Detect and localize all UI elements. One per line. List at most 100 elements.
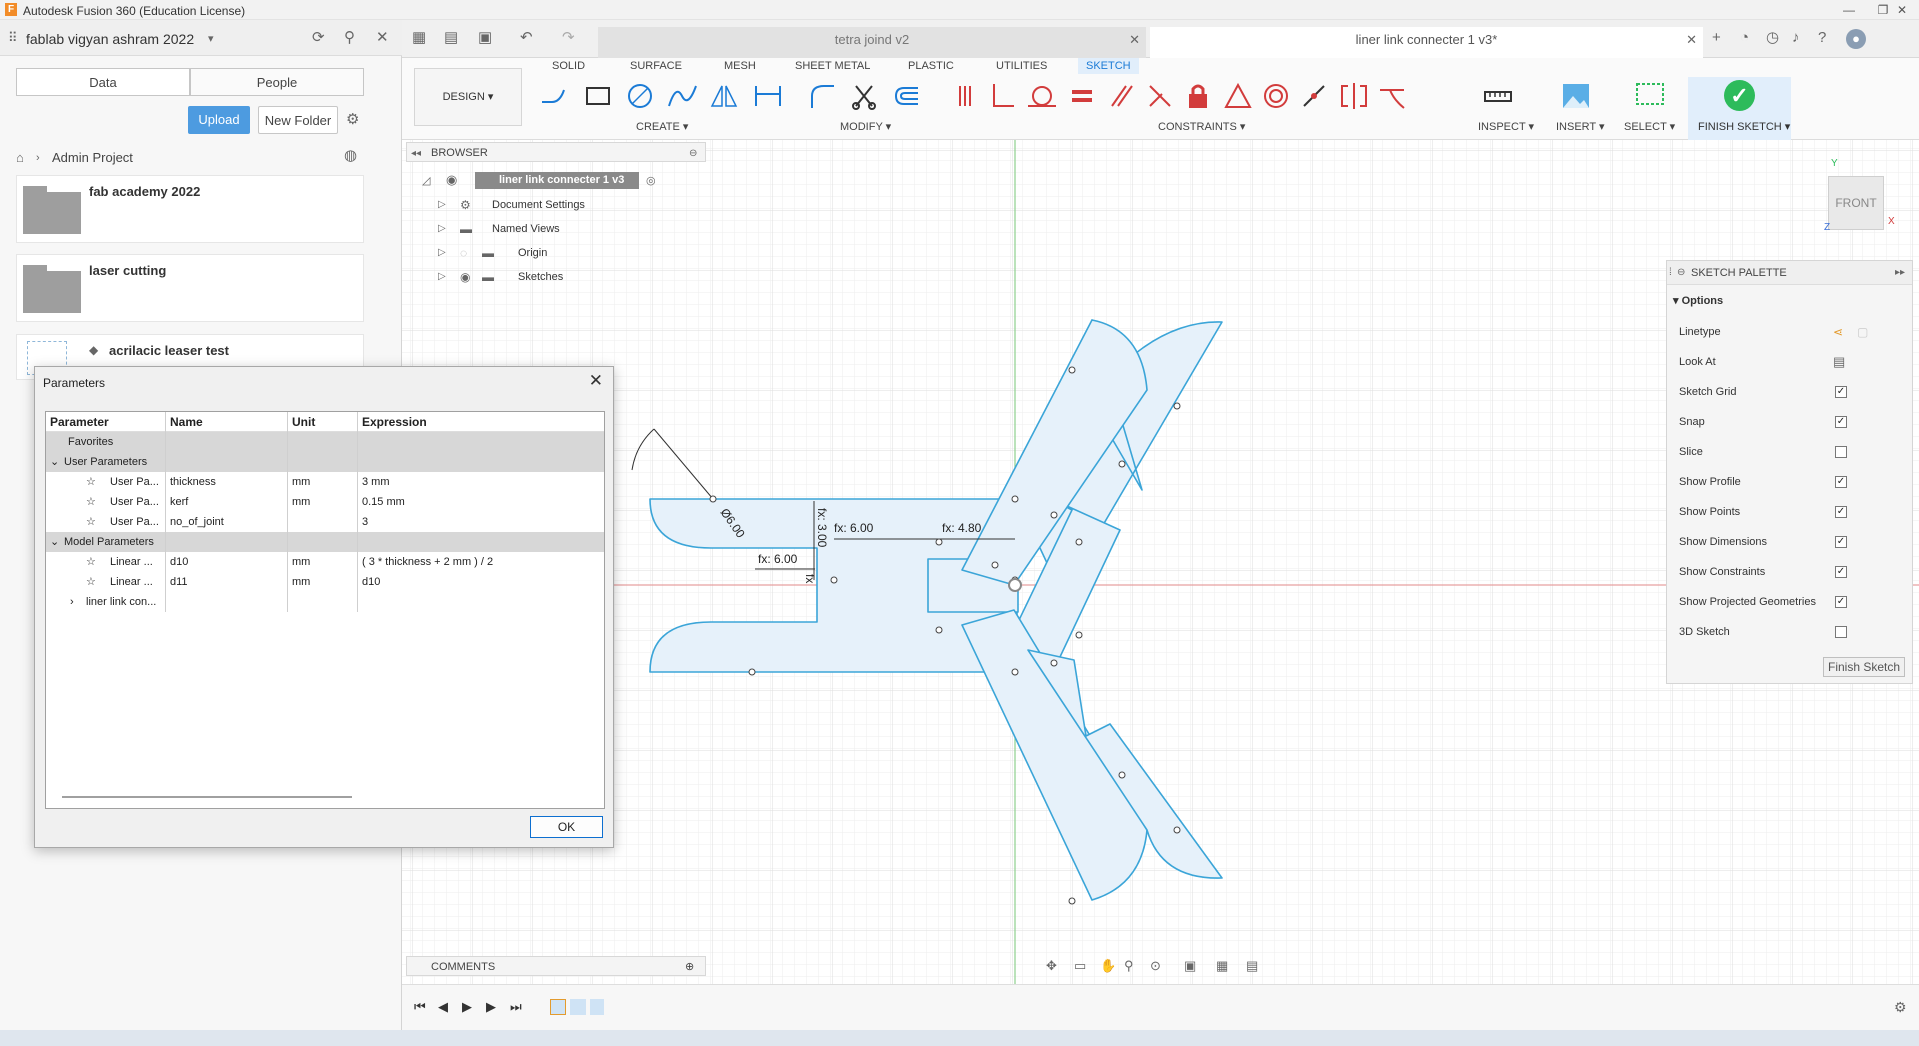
insert-menu[interactable]: INSERT ▾ [1556,120,1605,133]
cell-expression[interactable]: 3 mm [358,472,604,492]
tab-sketch[interactable]: SKETCH [1078,58,1139,74]
cell-unit[interactable]: mm [288,492,358,512]
column-header[interactable]: Expression [358,412,604,432]
breadcrumb[interactable]: Admin Project [52,150,133,165]
close-icon[interactable]: ✕ [589,371,603,391]
home-icon[interactable]: ⌂ [16,150,24,166]
table-row[interactable]: ⌄ User Parameters [46,452,604,472]
sketch-grid-checkbox[interactable]: ✓ [1835,386,1847,398]
step-back-icon[interactable]: ◀ [438,999,448,1015]
look-at-icon[interactable]: ▭ [1074,958,1086,974]
redo-icon[interactable]: ↷ [562,30,575,46]
star-icon[interactable]: ☆ [86,552,96,572]
eye-icon[interactable]: ◉ [460,269,470,285]
hub-name[interactable]: fablab vigyan ashram 2022 [26,31,194,47]
fillet-icon[interactable] [806,80,838,112]
coincident-icon[interactable] [950,80,982,112]
add-comment-icon[interactable]: ⊕ [685,959,694,975]
measure-icon[interactable] [1482,80,1514,112]
palette-finish-sketch-button[interactable]: Finish Sketch [1823,657,1905,677]
display-settings-icon[interactable]: ▣ [1184,958,1196,974]
cell-name[interactable]: d10 [166,552,288,572]
show-points-checkbox[interactable]: ✓ [1835,506,1847,518]
browser-root[interactable]: liner link connecter 1 v3 [475,172,639,189]
column-header[interactable]: Parameter [46,412,166,432]
tangent-icon[interactable] [1026,80,1058,112]
tab-mesh[interactable]: MESH [724,58,756,74]
offset-icon[interactable] [890,80,922,112]
table-row[interactable]: ☆ Linear ... d10 mm ( 3 * thickness + 2 m… [46,552,604,572]
tab-solid[interactable]: SOLID [552,58,585,74]
line-icon[interactable] [538,80,570,112]
notifications-icon[interactable]: ♪ [1792,30,1800,46]
column-header[interactable]: Unit [288,412,358,432]
constraints-menu[interactable]: CONSTRAINTS ▾ [1158,120,1245,133]
expand-icon[interactable]: ▷ [438,269,446,285]
select-window-icon[interactable] [1634,80,1666,112]
browser-panel[interactable]: ◂◂ BROWSER ⊖ [406,142,706,162]
cell-expression[interactable]: d10 [358,572,604,592]
tab-sheet-metal[interactable]: SHEET METAL [795,58,870,74]
cell-unit[interactable]: mm [288,552,358,572]
dimension-icon[interactable] [752,80,784,112]
tab-data[interactable]: Data [16,68,190,96]
look-at-icon[interactable]: ▤ [1833,354,1845,370]
grid-menu-icon[interactable]: ▦ [412,30,426,46]
grid-settings-icon[interactable]: ▦ [1216,958,1228,974]
extensions-icon[interactable]: ◔ [1740,30,1749,46]
slice-checkbox[interactable] [1835,446,1847,458]
trim-icon[interactable] [848,80,880,112]
horizontal-scrollbar[interactable] [62,796,352,798]
cell-name[interactable]: thickness [166,472,288,492]
minus-circle-icon[interactable]: ⊖ [1677,265,1685,281]
snap-checkbox[interactable]: ✓ [1835,416,1847,428]
equal-icon[interactable] [1066,80,1098,112]
go-to-end-icon[interactable]: ⏭ [510,999,522,1015]
table-row[interactable]: ☆ Linear ... d11 mm d10 [46,572,604,592]
close-panel-icon[interactable]: ✕ [376,30,389,46]
spline-icon[interactable] [666,80,698,112]
viewports-icon[interactable]: ▤ [1246,958,1258,974]
palette-grip-icon[interactable]: ⁞ [1669,265,1672,281]
close-tab-icon[interactable]: ✕ [1686,27,1697,53]
go-to-start-icon[interactable]: ⏮ [414,999,426,1015]
save-icon[interactable]: ▣ [478,30,492,46]
close-tab-icon[interactable]: ✕ [1129,27,1140,53]
finish-sketch-button[interactable]: ✓ FINISH SKETCH ▾ [1688,77,1791,140]
ok-button[interactable]: OK [530,816,603,838]
create-menu[interactable]: CREATE ▾ [636,120,688,133]
chevron-down-icon[interactable]: ▾ [208,31,214,47]
minus-circle-icon[interactable]: ⊖ [689,146,697,162]
cell-name[interactable]: no_of_joint [166,512,288,532]
mirror-icon[interactable] [708,80,740,112]
target-icon[interactable]: ◎ [646,173,656,189]
cell-expression[interactable]: 0.15 mm [358,492,604,512]
expand-icon[interactable]: ▷ [438,245,446,261]
parameters-table[interactable]: Parameter Name Unit Expression Favorites… [45,411,605,809]
new-tab-icon[interactable]: + [1712,30,1721,46]
parallel-icon[interactable] [1106,80,1138,112]
tab-plastic[interactable]: PLASTIC [908,58,954,74]
new-folder-button[interactable]: New Folder [258,106,338,134]
undo-icon[interactable]: ↶ [520,30,533,46]
table-row[interactable]: ⌄ Model Parameters [46,532,604,552]
column-header[interactable]: Name [166,412,288,432]
cell-unit[interactable]: mm [288,472,358,492]
close-window-button[interactable]: ✕ [1885,1,1919,19]
parameters-dialog[interactable]: Parameters ✕ Parameter Name Unit Express… [34,366,614,848]
perpendicular-cross-icon[interactable] [1144,80,1176,112]
gear-icon[interactable]: ⚙ [1894,999,1907,1015]
expand-icon[interactable]: ▷ [438,197,446,213]
eye-icon[interactable]: ◉ [446,172,457,188]
table-row[interactable]: ☆ User Pa... thickness mm 3 mm [46,472,604,492]
midpoint-icon[interactable] [1298,80,1330,112]
tab-surface[interactable]: SURFACE [630,58,682,74]
circle-icon[interactable] [624,80,656,112]
tab-utilities[interactable]: UTILITIES [996,58,1047,74]
zoom-icon[interactable]: ⚲ [1124,958,1134,974]
collapse-browser-icon[interactable]: ◂◂ [411,146,421,162]
step-forward-icon[interactable]: ▶ [486,999,496,1015]
show-dimensions-checkbox[interactable]: ✓ [1835,536,1847,548]
star-icon[interactable]: ☆ [86,512,96,532]
star-icon[interactable]: ☆ [86,492,96,512]
